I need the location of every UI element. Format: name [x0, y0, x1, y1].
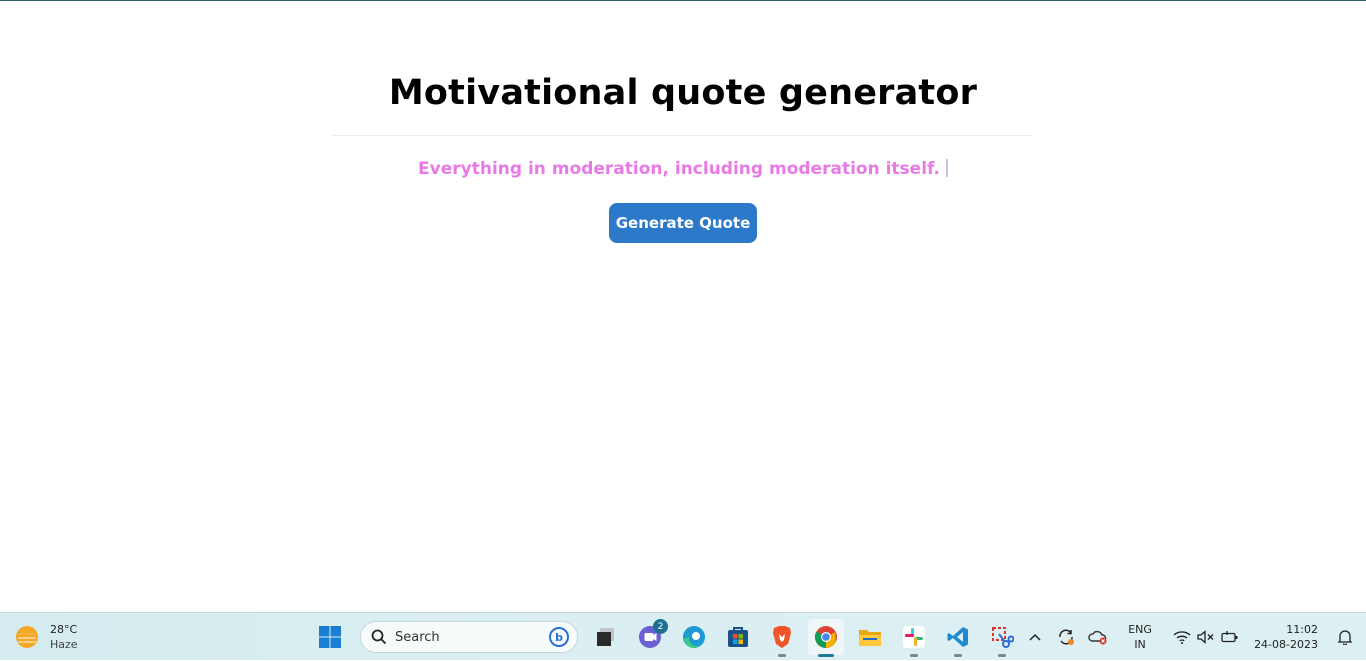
volume-muted-icon [1197, 630, 1214, 644]
cloud-tray-button[interactable] [1082, 613, 1114, 661]
title-divider [333, 135, 1032, 136]
chevron-up-icon [1029, 633, 1041, 641]
brave-icon [773, 626, 791, 648]
typing-cursor [945, 159, 948, 177]
sun-haze-icon [16, 626, 38, 648]
system-tray: ENG IN 11:02 24-08-2023 [1020, 613, 1366, 661]
clock-time: 11:02 [1286, 623, 1318, 636]
slack-button[interactable] [896, 619, 932, 657]
taskbar-apps: Search b 2 [312, 619, 1028, 657]
app-page: Motivational quote generator Everything … [0, 1, 1366, 612]
bell-icon [1338, 630, 1352, 645]
chrome-button[interactable] [808, 619, 844, 657]
chat-badge: 2 [653, 619, 668, 634]
notifications-button[interactable] [1330, 613, 1360, 661]
weather-text: 28°C Haze [50, 622, 78, 652]
slack-icon [903, 626, 925, 648]
file-explorer-button[interactable] [852, 619, 888, 655]
taskbar-search[interactable]: Search b [360, 621, 578, 653]
start-button[interactable] [312, 619, 348, 655]
running-indicator [954, 654, 962, 657]
snipping-tool-button[interactable] [984, 619, 1020, 657]
task-view-icon [597, 628, 614, 646]
quote-text: Everything in moderation, including mode… [0, 159, 1366, 179]
vscode-button[interactable] [940, 619, 976, 657]
running-indicator [778, 654, 786, 657]
sync-icon [1059, 629, 1075, 645]
search-placeholder: Search [395, 629, 440, 645]
sync-tray-button[interactable] [1050, 613, 1082, 661]
task-view-button[interactable] [588, 619, 624, 655]
lang-line1: ENG [1128, 623, 1152, 636]
weather-widget[interactable]: 28°C Haze [16, 621, 78, 653]
running-indicator [998, 654, 1006, 657]
network-volume-battery-group[interactable] [1170, 613, 1242, 661]
wifi-icon [1173, 631, 1191, 644]
folder-icon [859, 630, 881, 646]
teams-chat-button[interactable]: 2 [632, 619, 668, 655]
running-indicator [910, 654, 918, 657]
vscode-icon [947, 627, 968, 647]
page-title: Motivational quote generator [388, 73, 978, 113]
clock-date: 24-08-2023 [1254, 638, 1318, 651]
edge-icon [683, 626, 705, 648]
weather-temp: 28°C [50, 623, 78, 636]
taskbar: 28°C Haze Search b 2 ENG IN 11:02 24-08-… [0, 612, 1366, 660]
generate-quote-button[interactable]: Generate Quote [609, 203, 757, 243]
weather-condition: Haze [50, 638, 78, 651]
store-button[interactable] [720, 619, 756, 655]
search-icon [371, 629, 387, 645]
store-icon [728, 627, 748, 647]
quote-content: Everything in moderation, including mode… [418, 159, 940, 179]
active-indicator [818, 654, 834, 657]
bing-icon[interactable]: b [549, 627, 569, 647]
cloud-error-icon [1088, 630, 1107, 645]
chrome-icon [815, 626, 837, 648]
clock[interactable]: 11:02 24-08-2023 [1254, 622, 1318, 652]
show-hidden-icons-button[interactable] [1020, 613, 1050, 661]
edge-button[interactable] [676, 619, 712, 655]
brave-button[interactable] [764, 619, 800, 657]
windows-logo-icon [319, 626, 341, 648]
snipping-tool-icon [992, 627, 1014, 648]
language-indicator[interactable]: ENG IN [1120, 622, 1160, 652]
battery-icon [1221, 631, 1238, 643]
lang-line2: IN [1134, 638, 1146, 651]
